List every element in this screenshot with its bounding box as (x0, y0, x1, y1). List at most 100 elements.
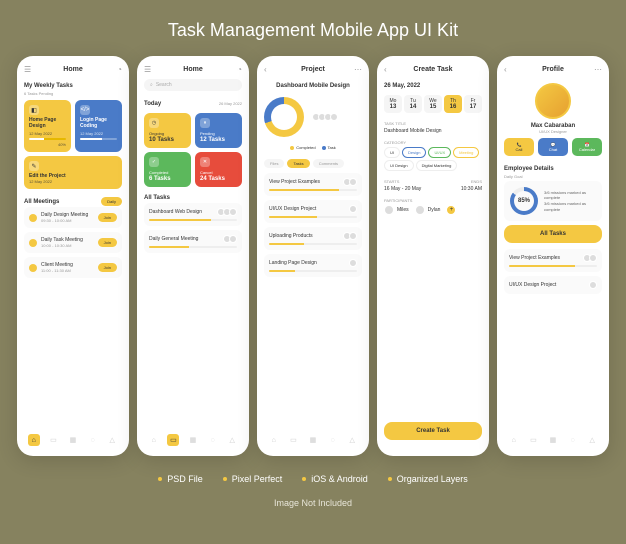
status-dot (29, 214, 37, 222)
task-name: View Project Examples (509, 255, 560, 261)
nav-profile-icon[interactable]: △ (586, 434, 598, 446)
nav-folder-icon[interactable]: ▭ (47, 434, 59, 446)
nav-profile-icon[interactable]: △ (226, 434, 238, 446)
nav-chat-icon[interactable]: ◌ (567, 434, 579, 446)
stat-pending[interactable]: ⏸ Pending 12 Tasks (195, 113, 242, 148)
search-input[interactable]: ⌕ Search (144, 79, 242, 91)
task-list-item[interactable]: Daily General Meeting (144, 230, 242, 253)
profile-avatar[interactable] (535, 83, 571, 119)
task-list-item[interactable]: UI/UX Design Project (264, 200, 362, 223)
calendar-day[interactable]: Tu14 (404, 95, 422, 113)
back-icon[interactable]: ‹ (504, 65, 507, 74)
nav-folder-icon[interactable]: ▭ (527, 434, 539, 446)
more-icon[interactable]: ⋯ (354, 65, 362, 74)
category-pill[interactable]: Meeting (453, 147, 479, 158)
nav-folder-icon[interactable]: ▭ (167, 434, 179, 446)
nav-home-icon[interactable]: ⌂ (508, 434, 520, 446)
calendar-day[interactable]: Mo13 (384, 95, 402, 113)
call-button[interactable]: 📞Call (504, 138, 534, 156)
stat-completed[interactable]: ✓ Completed 6 Tasks (144, 152, 191, 187)
tab-tasks[interactable]: Tasks (287, 159, 309, 168)
input-time[interactable]: 10:30 AM (461, 186, 482, 192)
category-pill[interactable]: UI Design (384, 160, 414, 171)
join-button[interactable]: Join (98, 238, 117, 247)
phone-mockups: ☰ Home ◔ My Weekly Tasks 6 Tasks Pending… (17, 56, 609, 456)
today-heading: Today (144, 101, 161, 107)
task-card[interactable]: ✎ Edit the Project 12 May 2022 (24, 156, 122, 189)
task-list-item[interactable]: Uploading Products (264, 227, 362, 250)
task-list-item[interactable]: View Project Examples (264, 173, 362, 196)
back-icon[interactable]: ‹ (384, 65, 387, 74)
task-name: View Project Examples (269, 179, 320, 185)
goal-line: 3/6 missions marked as complete (544, 201, 596, 212)
category-pill[interactable]: Design (402, 147, 426, 158)
participant[interactable]: Dylan (415, 205, 441, 215)
stat-ongoing[interactable]: ◷ Ongoing 10 Tasks (144, 113, 191, 148)
task-name: Uploading Products (269, 233, 313, 239)
input-task-title[interactable]: Dashboard Mobile Design (384, 128, 482, 134)
tab-files[interactable]: Files (264, 159, 284, 168)
menu-icon[interactable]: ☰ (144, 65, 151, 74)
task-card[interactable]: ◧ Home Page Design 12 May 2022 40% (24, 100, 71, 152)
category-pill[interactable]: Digital Marketing (416, 160, 458, 171)
calendar-day[interactable]: We15 (424, 95, 442, 113)
calendar-button[interactable]: 📅Calendar (572, 138, 602, 156)
category-pill[interactable]: UI (384, 147, 400, 158)
participant[interactable]: Miles (384, 205, 409, 215)
task-list-item[interactable]: UI/UX Design Project (504, 276, 602, 294)
filter-pill[interactable]: Daily (101, 197, 122, 206)
category-pill[interactable]: UI/UX (428, 147, 451, 158)
task-date: 12 May 2022 (29, 131, 66, 136)
menu-icon[interactable]: ☰ (24, 65, 31, 74)
nav-home-icon[interactable]: ⌂ (148, 434, 160, 446)
chat-button[interactable]: 💬Chat (538, 138, 568, 156)
notification-icon[interactable]: ◔ (237, 65, 242, 74)
task-percent: 40% (29, 142, 66, 147)
calendar-day[interactable]: Th16 (444, 95, 462, 113)
task-card[interactable]: </> Login Page Coding 12 May 2022 (75, 100, 122, 152)
tab-comments[interactable]: Comments (313, 159, 344, 168)
nav-folder-icon[interactable]: ▭ (287, 434, 299, 446)
task-name: Landing Page Design (269, 260, 317, 266)
nav-calendar-icon[interactable]: ▦ (547, 434, 559, 446)
all-tasks-heading: All Tasks (144, 195, 242, 201)
nav-chat-icon[interactable]: ◌ (327, 434, 339, 446)
task-list-item[interactable]: Landing Page Design (264, 254, 362, 277)
nav-chat-icon[interactable]: ◌ (207, 434, 219, 446)
add-participant-button[interactable]: + (446, 205, 456, 215)
join-button[interactable]: Join (98, 263, 117, 272)
task-list-item[interactable]: View Project Examples (504, 249, 602, 272)
pending-count: 6 Tasks Pending (24, 91, 122, 96)
all-tasks-button[interactable]: All Tasks (504, 225, 602, 243)
legend-task: Task (328, 145, 336, 150)
meeting-item[interactable]: Daily Task Meeting 10:00 - 10:30 AM Join (24, 232, 122, 253)
clock-icon: ◷ (149, 118, 159, 128)
status-dot (29, 264, 37, 272)
nav-calendar-icon[interactable]: ▦ (67, 434, 79, 446)
feature-item: iOS & Android (311, 474, 368, 484)
nav-chat-icon[interactable]: ◌ (87, 434, 99, 446)
meeting-item[interactable]: Daily Design Meeting 09:30 - 10:00 AM Jo… (24, 207, 122, 228)
nav-home-icon[interactable]: ⌂ (268, 434, 280, 446)
nav-profile-icon[interactable]: △ (346, 434, 358, 446)
calendar-day[interactable]: Fr17 (464, 95, 482, 113)
task-title: Home Page Design (29, 117, 66, 129)
input-dates[interactable]: 16 May - 20 May (384, 186, 421, 192)
meeting-time: 09:30 - 10:00 AM (41, 218, 94, 223)
task-list-item[interactable]: Dashboard Web Design (144, 203, 242, 226)
notification-icon[interactable]: ◔ (117, 65, 122, 74)
back-icon[interactable]: ‹ (264, 65, 267, 74)
more-icon[interactable]: ⋯ (594, 65, 602, 74)
label-ends: ENDS (471, 179, 482, 184)
team-avatars (312, 113, 338, 121)
nav-home-icon[interactable]: ⌂ (28, 434, 40, 446)
create-task-button[interactable]: Create Task (384, 422, 482, 440)
task-date: 12 May 2022 (80, 131, 117, 136)
daily-goal-label: Daily Goal (504, 174, 602, 179)
nav-calendar-icon[interactable]: ▦ (187, 434, 199, 446)
nav-profile-icon[interactable]: △ (106, 434, 118, 446)
join-button[interactable]: Join (98, 213, 117, 222)
meeting-item[interactable]: Client Meeting 11:00 - 11:30 AM Join (24, 257, 122, 278)
nav-calendar-icon[interactable]: ▦ (307, 434, 319, 446)
stat-cancel[interactable]: ✕ Cancel 24 Tasks (195, 152, 242, 187)
